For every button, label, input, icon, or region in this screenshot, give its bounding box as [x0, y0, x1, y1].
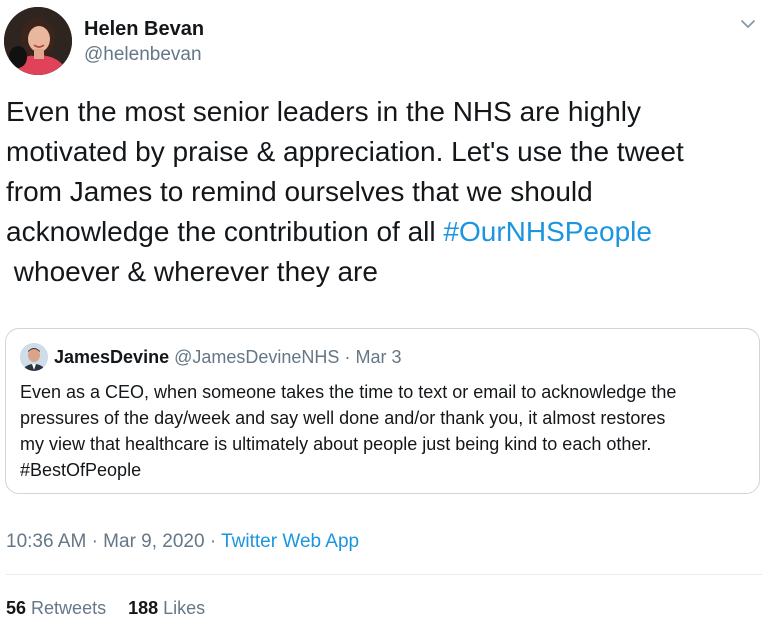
retweets-count: 56 [6, 598, 27, 618]
author-avatar[interactable] [4, 7, 72, 75]
tweet-line: Even the most senior leaders in the NHS … [6, 96, 641, 127]
tweet-line: whoever & wherever they are [6, 256, 378, 287]
quoted-author-handle[interactable]: @JamesDevineNHS [174, 347, 339, 367]
quoted-tweet-text: Even as a CEO, when someone takes the ti… [20, 379, 750, 483]
quoted-tweet-date[interactable]: Mar 3 [355, 347, 401, 367]
quoted-tweet-line: my view that healthcare is ultimately ab… [20, 434, 652, 454]
likes-label: Likes [163, 598, 206, 618]
tweet-time[interactable]: 10:36 AM [6, 531, 86, 552]
retweets-label: Retweets [31, 598, 107, 618]
quoted-author-avatar[interactable] [20, 343, 48, 371]
tweet-line: from James to remind ourselves that we s… [6, 176, 593, 207]
tweet-stats: 56 Retweets 188 Likes [6, 598, 205, 619]
author-name[interactable]: Helen Bevan [84, 18, 204, 41]
separator: · [91, 531, 98, 552]
tweet-line-text: acknowledge the contribution of all [6, 216, 444, 247]
quoted-tweet-line: #BestOfPeople [20, 460, 142, 480]
hashtag-link[interactable]: #OurNHSPeople [443, 216, 652, 247]
tweet-line: motivated by praise & appreciation. Let'… [6, 136, 684, 167]
author-handle[interactable]: @helenbevan [84, 44, 202, 66]
divider [6, 574, 762, 575]
quoted-tweet-line: pressures of the day/week and say well d… [20, 408, 666, 428]
quoted-author-name[interactable]: JamesDevine [54, 347, 169, 367]
quoted-tweet-line: Even as a CEO, when someone takes the ti… [20, 382, 677, 402]
likes-count: 188 [128, 598, 159, 618]
source-app-link[interactable]: Twitter Web App [221, 531, 359, 552]
chevron-down-icon[interactable] [738, 14, 758, 34]
separator: · [209, 531, 217, 552]
tweet-date[interactable]: Mar 9, 2020 [103, 531, 204, 552]
likes-stat[interactable]: 188 Likes [128, 598, 205, 618]
retweets-stat[interactable]: 56 Retweets [6, 598, 106, 618]
separator: · [344, 347, 351, 367]
quoted-tweet-header: JamesDevine @JamesDevineNHS · Mar 3 [54, 347, 401, 368]
tweet-line: acknowledge the contribution of all #Our… [6, 212, 770, 252]
tweet-text: Even the most senior leaders in the NHS … [6, 92, 770, 292]
quoted-tweet-card[interactable]: JamesDevine @JamesDevineNHS · Mar 3 Even… [5, 328, 760, 494]
tweet-meta: 10:36 AM · Mar 9, 2020 · Twitter Web App [6, 531, 359, 553]
